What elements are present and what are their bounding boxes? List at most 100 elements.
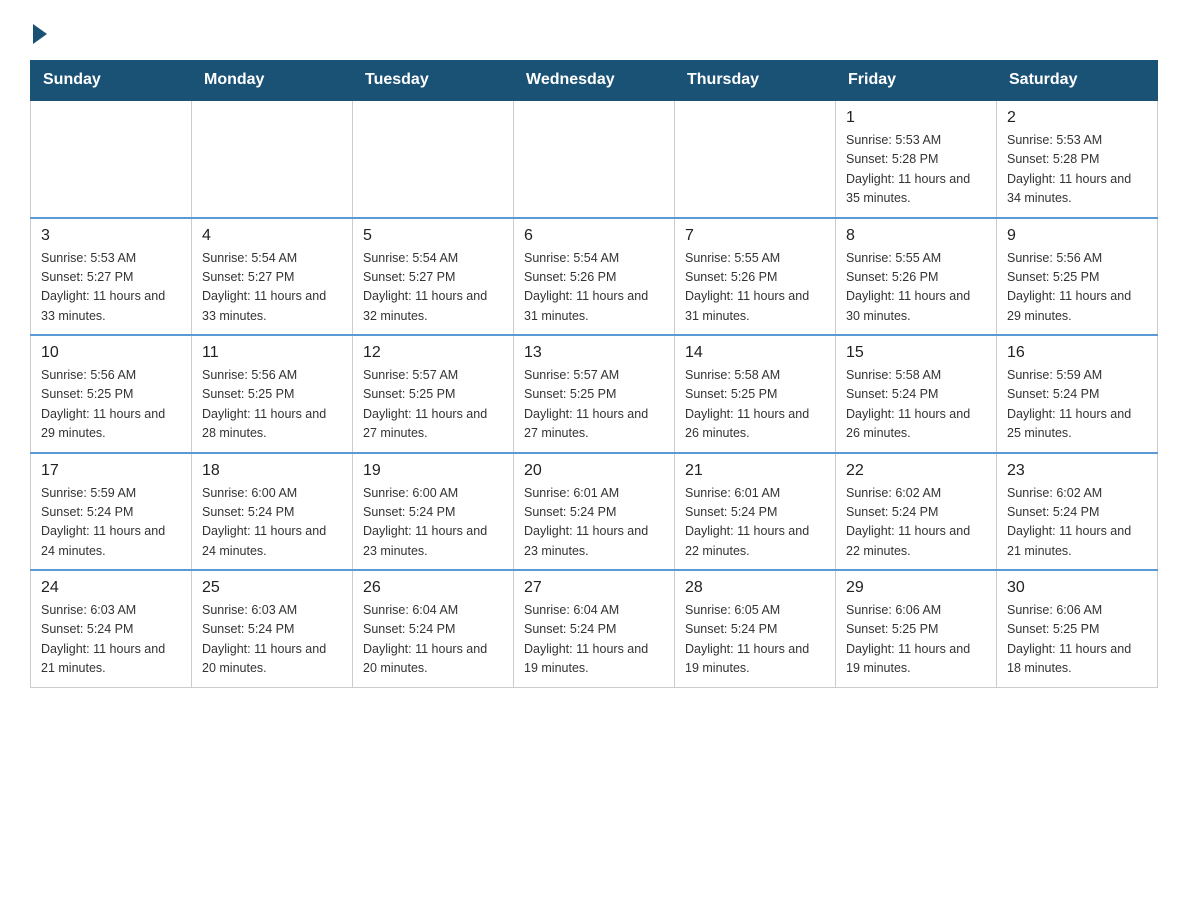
day-info: Sunrise: 6:03 AM Sunset: 5:24 PM Dayligh… [202,601,342,679]
day-number: 10 [41,344,181,362]
calendar-cell: 24 Sunrise: 6:03 AM Sunset: 5:24 PM Dayli… [31,570,192,687]
day-number: 21 [685,462,825,480]
day-info: Sunrise: 5:56 AM Sunset: 5:25 PM Dayligh… [41,366,181,444]
calendar-cell: 21 Sunrise: 6:01 AM Sunset: 5:24 PM Dayli… [675,453,836,571]
calendar-cell: 19Sunrise: 6:00 AM Sunset: 5:24 PM Dayli… [353,453,514,571]
calendar-cell: 9 Sunrise: 5:56 AM Sunset: 5:25 PM Daylig… [997,218,1158,336]
day-number: 1 [846,109,986,127]
calendar-cell: 25 Sunrise: 6:03 AM Sunset: 5:24 PM Dayli… [192,570,353,687]
day-number: 11 [202,344,342,362]
calendar-table: SundayMondayTuesdayWednesdayThursdayFrid… [30,60,1158,688]
day-of-week-header-thursday: Thursday [675,61,836,101]
day-of-week-header-tuesday: Tuesday [353,61,514,101]
day-info: Sunrise: 6:00 AM Sunset: 5:24 PM Dayligh… [202,484,342,562]
day-info: Sunrise: 5:54 AM Sunset: 5:27 PM Dayligh… [202,249,342,327]
day-number: 5 [363,227,503,245]
calendar-week-row: 10 Sunrise: 5:56 AM Sunset: 5:25 PM Dayli… [31,335,1158,453]
day-info: Sunrise: 6:03 AM Sunset: 5:24 PM Dayligh… [41,601,181,679]
days-of-week-row: SundayMondayTuesdayWednesdayThursdayFrid… [31,61,1158,101]
day-number: 7 [685,227,825,245]
day-info: Sunrise: 5:55 AM Sunset: 5:26 PM Dayligh… [846,249,986,327]
calendar-cell: 23 Sunrise: 6:02 AM Sunset: 5:24 PM Dayli… [997,453,1158,571]
day-number: 22 [846,462,986,480]
calendar-cell: 1 Sunrise: 5:53 AM Sunset: 5:28 PM Daylig… [836,100,997,218]
day-number: 28 [685,579,825,597]
day-info: Sunrise: 6:01 AM Sunset: 5:24 PM Dayligh… [524,484,664,562]
day-number: 4 [202,227,342,245]
calendar-cell: 22 Sunrise: 6:02 AM Sunset: 5:24 PM Dayli… [836,453,997,571]
day-number: 2 [1007,109,1147,127]
calendar-cell: 4 Sunrise: 5:54 AM Sunset: 5:27 PM Daylig… [192,218,353,336]
day-info: Sunrise: 5:58 AM Sunset: 5:25 PM Dayligh… [685,366,825,444]
calendar-cell: 3 Sunrise: 5:53 AM Sunset: 5:27 PM Daylig… [31,218,192,336]
day-number: 30 [1007,579,1147,597]
calendar-cell [514,100,675,218]
day-of-week-header-monday: Monday [192,61,353,101]
calendar-cell: 26 Sunrise: 6:04 AM Sunset: 5:24 PM Dayli… [353,570,514,687]
calendar-week-row: 17 Sunrise: 5:59 AM Sunset: 5:24 PM Dayli… [31,453,1158,571]
day-info: Sunrise: 5:58 AM Sunset: 5:24 PM Dayligh… [846,366,986,444]
day-number: 8 [846,227,986,245]
day-number: 15 [846,344,986,362]
calendar-cell [353,100,514,218]
day-number: 9 [1007,227,1147,245]
day-number: 17 [41,462,181,480]
calendar-cell: 12 Sunrise: 5:57 AM Sunset: 5:25 PM Dayli… [353,335,514,453]
day-info: Sunrise: 5:56 AM Sunset: 5:25 PM Dayligh… [202,366,342,444]
day-number: 26 [363,579,503,597]
day-info: Sunrise: 5:57 AM Sunset: 5:25 PM Dayligh… [363,366,503,444]
logo-arrow-icon [33,24,47,44]
calendar-cell: 17 Sunrise: 5:59 AM Sunset: 5:24 PM Dayli… [31,453,192,571]
calendar-week-row: 24 Sunrise: 6:03 AM Sunset: 5:24 PM Dayli… [31,570,1158,687]
day-of-week-header-wednesday: Wednesday [514,61,675,101]
day-info: Sunrise: 6:06 AM Sunset: 5:25 PM Dayligh… [1007,601,1147,679]
day-of-week-header-friday: Friday [836,61,997,101]
day-number: 23 [1007,462,1147,480]
calendar-cell: 6Sunrise: 5:54 AM Sunset: 5:26 PM Daylig… [514,218,675,336]
day-number: 24 [41,579,181,597]
day-info: Sunrise: 5:53 AM Sunset: 5:28 PM Dayligh… [1007,131,1147,209]
day-info: Sunrise: 6:05 AM Sunset: 5:24 PM Dayligh… [685,601,825,679]
day-info: Sunrise: 6:04 AM Sunset: 5:24 PM Dayligh… [363,601,503,679]
calendar-cell: 10 Sunrise: 5:56 AM Sunset: 5:25 PM Dayli… [31,335,192,453]
day-info: Sunrise: 5:59 AM Sunset: 5:24 PM Dayligh… [1007,366,1147,444]
calendar-cell: 27Sunrise: 6:04 AM Sunset: 5:24 PM Dayli… [514,570,675,687]
day-info: Sunrise: 6:01 AM Sunset: 5:24 PM Dayligh… [685,484,825,562]
day-number: 12 [363,344,503,362]
calendar-cell: 7Sunrise: 5:55 AM Sunset: 5:26 PM Daylig… [675,218,836,336]
day-number: 29 [846,579,986,597]
day-info: Sunrise: 5:56 AM Sunset: 5:25 PM Dayligh… [1007,249,1147,327]
day-of-week-header-sunday: Sunday [31,61,192,101]
day-of-week-header-saturday: Saturday [997,61,1158,101]
calendar-cell: 20 Sunrise: 6:01 AM Sunset: 5:24 PM Dayli… [514,453,675,571]
day-info: Sunrise: 5:53 AM Sunset: 5:28 PM Dayligh… [846,131,986,209]
day-info: Sunrise: 5:59 AM Sunset: 5:24 PM Dayligh… [41,484,181,562]
calendar-cell [192,100,353,218]
day-info: Sunrise: 6:02 AM Sunset: 5:24 PM Dayligh… [1007,484,1147,562]
calendar-cell [675,100,836,218]
day-info: Sunrise: 5:54 AM Sunset: 5:27 PM Dayligh… [363,249,503,327]
calendar-cell: 5 Sunrise: 5:54 AM Sunset: 5:27 PM Daylig… [353,218,514,336]
day-number: 25 [202,579,342,597]
calendar-cell: 16 Sunrise: 5:59 AM Sunset: 5:24 PM Dayli… [997,335,1158,453]
calendar-cell: 2 Sunrise: 5:53 AM Sunset: 5:28 PM Daylig… [997,100,1158,218]
calendar-cell: 30 Sunrise: 6:06 AM Sunset: 5:25 PM Dayli… [997,570,1158,687]
calendar-week-row: 3 Sunrise: 5:53 AM Sunset: 5:27 PM Daylig… [31,218,1158,336]
day-info: Sunrise: 6:02 AM Sunset: 5:24 PM Dayligh… [846,484,986,562]
day-number: 3 [41,227,181,245]
day-info: Sunrise: 5:53 AM Sunset: 5:27 PM Dayligh… [41,249,181,327]
day-number: 20 [524,462,664,480]
day-number: 6 [524,227,664,245]
day-number: 14 [685,344,825,362]
day-number: 16 [1007,344,1147,362]
day-number: 13 [524,344,664,362]
calendar-cell [31,100,192,218]
page-header [30,20,1158,40]
calendar-header: SundayMondayTuesdayWednesdayThursdayFrid… [31,61,1158,101]
day-number: 19 [363,462,503,480]
calendar-body: 1 Sunrise: 5:53 AM Sunset: 5:28 PM Daylig… [31,100,1158,687]
calendar-cell: 29Sunrise: 6:06 AM Sunset: 5:25 PM Dayli… [836,570,997,687]
calendar-cell: 15 Sunrise: 5:58 AM Sunset: 5:24 PM Dayli… [836,335,997,453]
calendar-cell: 18Sunrise: 6:00 AM Sunset: 5:24 PM Dayli… [192,453,353,571]
calendar-cell: 11 Sunrise: 5:56 AM Sunset: 5:25 PM Dayli… [192,335,353,453]
